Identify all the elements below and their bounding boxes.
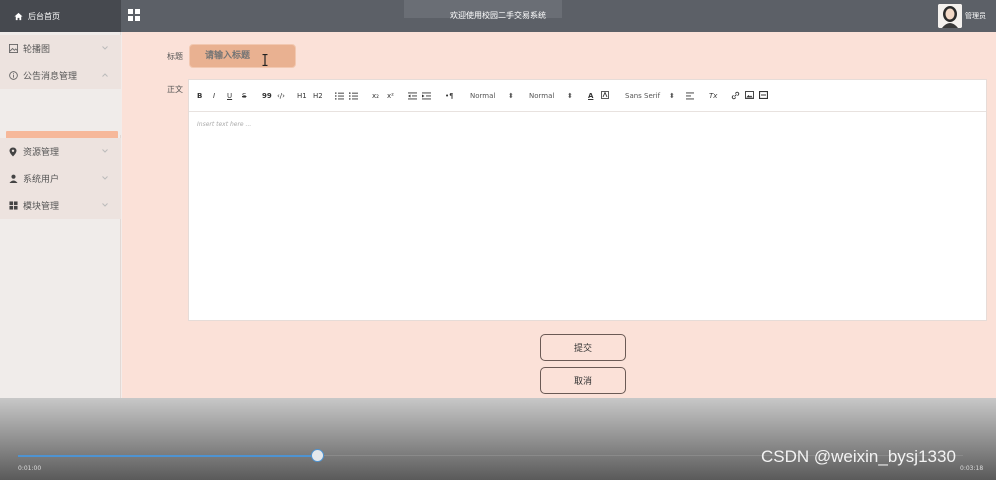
system-title: 欢迎使用校园二手交易系统 — [450, 11, 546, 20]
font-family-select[interactable]: Sans Serif — [625, 92, 660, 100]
bullet-list-icon[interactable] — [349, 92, 358, 100]
modules-icon — [8, 201, 18, 211]
location-icon — [8, 147, 18, 157]
sidebar-submenu-area — [0, 89, 121, 135]
link-icon[interactable] — [731, 91, 740, 100]
submit-button[interactable]: 提交 — [540, 334, 626, 361]
insert-image-icon[interactable] — [745, 91, 754, 99]
avatar[interactable] — [938, 4, 962, 28]
user-avatar-icon — [938, 4, 962, 28]
sidebar-item-label: 轮播图 — [23, 45, 51, 55]
align-icon[interactable] — [686, 92, 694, 100]
chevron-down-icon — [102, 149, 108, 153]
underline-button[interactable]: U — [227, 92, 232, 100]
chevron-up-icon — [102, 73, 108, 77]
sidebar-item-resources[interactable]: 资源管理 — [0, 138, 121, 165]
ordered-list-icon[interactable] — [335, 92, 344, 100]
sidebar-item-notice-management[interactable]: 公告消息管理 — [0, 62, 121, 89]
chevron-down-icon — [102, 46, 108, 50]
top-bar: 后台首页 欢迎使用校园二手交易系统 管理员 — [0, 0, 996, 32]
cancel-button[interactable]: 取消 — [540, 367, 626, 394]
sidebar-item-modules[interactable]: 模块管理 — [0, 192, 121, 219]
title-input[interactable] — [189, 44, 296, 68]
user-name: 管理员 — [965, 12, 986, 20]
video-control-overlay — [0, 398, 996, 480]
sidebar-item-system-users[interactable]: 系统用户 — [0, 165, 121, 192]
code-block-button[interactable]: ‹/› — [277, 92, 285, 100]
blockquote-button[interactable]: 99 — [262, 92, 272, 100]
sidebar-item-label: 公告消息管理 — [23, 72, 78, 82]
rich-text-editor[interactable]: B I U S 99 ‹/› H1 H2 x₂ x² •¶ Normal ⬍ N… — [188, 79, 987, 321]
clean-format-button[interactable]: Tx — [709, 92, 717, 100]
size-select[interactable]: Normal — [470, 92, 495, 100]
chevron-down-icon — [102, 203, 108, 207]
italic-button[interactable]: I — [213, 92, 215, 100]
size-select-arrow-icon: ⬍ — [508, 92, 514, 100]
header-2-button[interactable]: H2 — [313, 92, 323, 100]
editor-toolbar: B I U S 99 ‹/› H1 H2 x₂ x² •¶ Normal ⬍ N… — [189, 80, 986, 112]
editor-placeholder: Insert text here ... — [197, 121, 252, 128]
image-icon — [8, 44, 18, 54]
info-icon — [8, 71, 18, 81]
header-select-arrow-icon: ⬍ — [567, 92, 573, 100]
header-1-button[interactable]: H1 — [297, 92, 307, 100]
video-duration: 0:03:18 — [960, 465, 984, 472]
insert-video-icon[interactable] — [759, 91, 768, 99]
indent-icon[interactable] — [422, 92, 431, 100]
video-progress-played — [18, 455, 318, 457]
strike-button[interactable]: S — [242, 92, 246, 100]
sidebar-item-label: 资源管理 — [23, 148, 60, 158]
text-cursor-icon — [262, 54, 268, 66]
font-color-button[interactable]: A — [588, 92, 593, 100]
content-label: 正文 — [167, 85, 183, 94]
video-progress-handle[interactable] — [311, 449, 324, 462]
video-current-time: 0:01:00 — [18, 465, 42, 472]
sidebar-item-label: 模块管理 — [23, 202, 60, 212]
font-select-arrow-icon: ⬍ — [669, 92, 675, 100]
header-select[interactable]: Normal — [529, 92, 554, 100]
sidebar-item-label: 系统用户 — [23, 175, 60, 185]
subscript-button[interactable]: x₂ — [372, 92, 379, 100]
user-menu[interactable]: 管理员 — [938, 4, 986, 28]
sidebar-item-carousel[interactable]: 轮播图 — [0, 35, 121, 62]
outdent-icon[interactable] — [408, 92, 417, 100]
background-color-icon[interactable] — [601, 91, 609, 99]
watermark: CSDN @weixin_bysj1330 — [761, 447, 956, 466]
superscript-button[interactable]: x² — [387, 92, 394, 100]
chevron-down-icon — [102, 176, 108, 180]
user-icon — [8, 174, 18, 184]
text-direction-button[interactable]: •¶ — [445, 92, 454, 100]
title-label: 标题 — [167, 52, 183, 61]
bold-button[interactable]: B — [197, 92, 202, 100]
